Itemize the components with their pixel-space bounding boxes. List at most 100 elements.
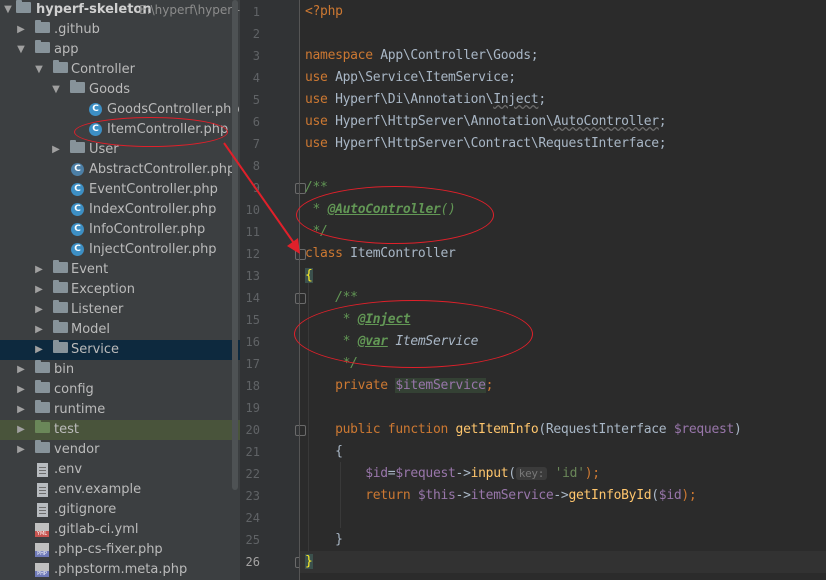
chevron-right-icon[interactable]: ▶: [15, 400, 27, 420]
project-tree-panel: ▼ hyperf-skeleton E:\hyperf\hyperf-s ▶ .…: [0, 0, 240, 580]
line-number: 24: [245, 511, 260, 525]
tree-item-label: Model: [71, 322, 111, 337]
folder-icon: [53, 260, 68, 273]
chevron-down-icon[interactable]: ▼: [50, 80, 62, 100]
chevron-right-icon[interactable]: ▶: [33, 260, 45, 280]
tree-item-abstractcontroller[interactable]: C AbstractController.php: [0, 160, 240, 180]
tree-item-label: bin: [54, 362, 75, 377]
tree-item-label: .gitlab-ci.yml: [54, 522, 139, 537]
folder-icon: [53, 300, 68, 313]
folder-icon: [35, 40, 50, 53]
test-folder-icon: [35, 420, 50, 433]
tree-item-gitlab-ci[interactable]: YML .gitlab-ci.yml: [0, 520, 240, 540]
tree-item-goods[interactable]: ▼ Goods: [0, 80, 240, 100]
line-number: 15: [245, 313, 260, 327]
tree-item-injectcontroller[interactable]: C InjectController.php: [0, 240, 240, 260]
tree-item-goodscontroller[interactable]: C GoodsController.php: [0, 100, 240, 120]
line-number: 8: [252, 159, 260, 173]
tree-item-label: AbstractController.php: [89, 162, 236, 177]
chevron-down-icon[interactable]: ▼: [33, 60, 45, 80]
chevron-down-icon[interactable]: ▼: [15, 40, 27, 60]
tree-item-env[interactable]: .env: [0, 460, 240, 480]
tree-item-label: .env: [54, 462, 83, 477]
code-line-22: $id=$request->input(key: 'id');: [305, 466, 600, 481]
code-line-21: {: [305, 444, 343, 459]
tree-item-github[interactable]: ▶ .github: [0, 20, 240, 40]
code-line-20: public function getItemInfo(RequestInter…: [305, 422, 742, 437]
line-number: 25: [245, 533, 260, 547]
tree-item-indexcontroller[interactable]: C IndexController.php: [0, 200, 240, 220]
tree-item-label: IndexController.php: [89, 202, 217, 217]
line-number: 20: [245, 423, 260, 437]
tree-item-label: .gitignore: [54, 502, 117, 517]
tree-item-infocontroller[interactable]: C InfoController.php: [0, 220, 240, 240]
tree-item-label: app: [54, 42, 79, 57]
chevron-down-icon[interactable]: ▼: [2, 0, 14, 20]
code-line-3: namespace App\Controller\Goods;: [305, 48, 539, 63]
tree-item-listener[interactable]: ▶ Listener: [0, 300, 240, 320]
abstract-class-icon: C: [71, 163, 84, 176]
chevron-right-icon[interactable]: ▶: [15, 440, 27, 460]
annotation-ring-autocontroller: [296, 186, 494, 244]
text-file-icon: [37, 483, 48, 497]
code-line-26-current: }: [300, 551, 826, 573]
code-line-25: }: [305, 532, 343, 547]
php-class-icon: C: [71, 223, 84, 236]
code-line-23: return $this->itemService->getInfoById($…: [305, 488, 697, 503]
tree-item-label: Listener: [71, 302, 124, 317]
line-number: 21: [245, 445, 260, 459]
tree-item-model[interactable]: ▶ Model: [0, 320, 240, 340]
tree-item-label: Exception: [71, 282, 135, 297]
tree-item-config[interactable]: ▶ config: [0, 380, 240, 400]
line-number: 9: [252, 181, 260, 195]
project-path: E:\hyperf\hyperf-s: [139, 3, 240, 17]
text-file-icon: [37, 463, 48, 477]
chevron-right-icon[interactable]: ▶: [33, 340, 45, 360]
tree-item-app[interactable]: ▼ app: [0, 40, 240, 60]
line-number: 18: [245, 379, 260, 393]
tree-item-label: test: [54, 422, 79, 437]
chevron-right-icon[interactable]: ▶: [33, 280, 45, 300]
php-file-icon: PHP: [35, 543, 49, 557]
chevron-right-icon[interactable]: ▶: [15, 380, 27, 400]
tree-item-service[interactable]: ▶ Service: [0, 340, 240, 360]
code-line-4: use App\Service\ItemService;: [305, 70, 516, 85]
chevron-right-icon[interactable]: ▶: [33, 320, 45, 340]
folder-icon: [35, 380, 50, 393]
line-number: 16: [245, 335, 260, 349]
tree-item-label: .phpstorm.meta.php: [54, 562, 188, 577]
php-file-icon: PHP: [35, 563, 49, 577]
tree-item-label: InfoController.php: [89, 222, 206, 237]
tree-scrollbar[interactable]: [232, 0, 238, 490]
tree-item-php-cs-fixer[interactable]: PHP .php-cs-fixer.php: [0, 540, 240, 560]
chevron-right-icon[interactable]: ▶: [15, 20, 27, 40]
tree-item-test[interactable]: ▶ test: [0, 420, 240, 440]
code-editor[interactable]: <?php namespace App\Controller\Goods; us…: [300, 0, 826, 580]
tree-item-label: vendor: [54, 442, 100, 457]
code-line-5: use Hyperf\Di\Annotation\Inject;: [305, 92, 546, 107]
tree-item-event[interactable]: ▶ Event: [0, 260, 240, 280]
line-number: 17: [245, 357, 260, 371]
php-class-icon: C: [71, 183, 84, 196]
tree-item-phpstorm-meta[interactable]: PHP .phpstorm.meta.php: [0, 560, 240, 580]
chevron-right-icon[interactable]: ▶: [15, 420, 27, 440]
chevron-right-icon[interactable]: ▶: [33, 300, 45, 320]
text-file-icon: [37, 503, 48, 517]
project-root-row[interactable]: ▼ hyperf-skeleton E:\hyperf\hyperf-s: [0, 0, 240, 20]
tree-item-vendor[interactable]: ▶ vendor: [0, 440, 240, 460]
folder-icon: [53, 340, 68, 353]
line-number: 1: [252, 5, 260, 19]
chevron-right-icon[interactable]: ▶: [50, 140, 62, 160]
tree-item-bin[interactable]: ▶ bin: [0, 360, 240, 380]
tree-item-runtime[interactable]: ▶ runtime: [0, 400, 240, 420]
folder-icon: [70, 140, 85, 153]
line-number: 2: [252, 27, 260, 41]
line-number: 12: [245, 247, 260, 261]
tree-item-label: InjectController.php: [89, 242, 217, 257]
tree-item-eventcontroller[interactable]: C EventController.php: [0, 180, 240, 200]
tree-item-env-example[interactable]: .env.example: [0, 480, 240, 500]
tree-item-exception[interactable]: ▶ Exception: [0, 280, 240, 300]
tree-item-controller[interactable]: ▼ Controller: [0, 60, 240, 80]
chevron-right-icon[interactable]: ▶: [15, 360, 27, 380]
tree-item-gitignore[interactable]: .gitignore: [0, 500, 240, 520]
